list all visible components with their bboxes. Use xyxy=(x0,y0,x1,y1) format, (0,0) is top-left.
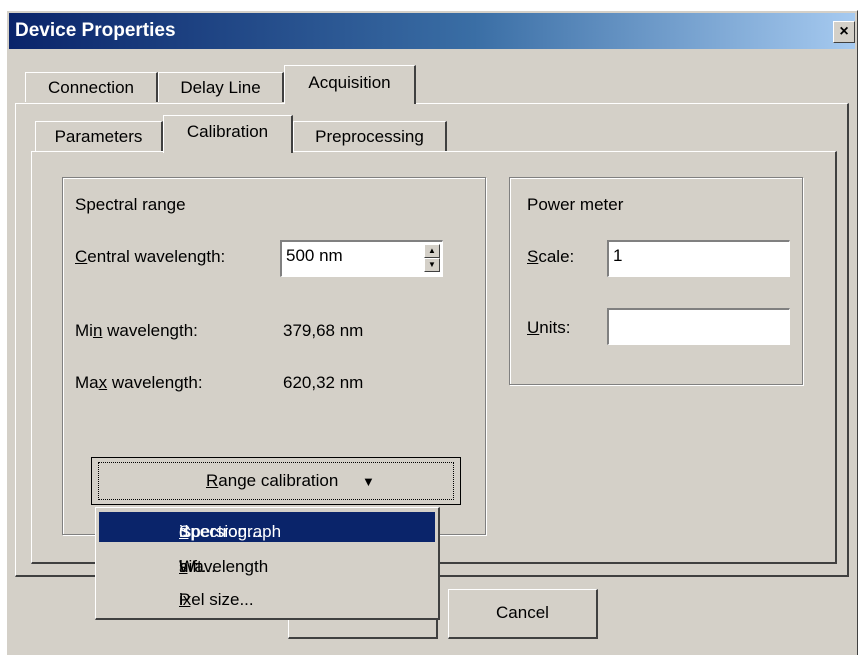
central-wavelength-value: 500 nm xyxy=(286,246,343,265)
range-label-text: ange calibration xyxy=(218,471,339,490)
central-wavelength-input[interactable]: 500 nm xyxy=(280,240,443,277)
menu2-b: ixel size... xyxy=(179,590,254,609)
menu-item-pixel-size[interactable]: Pixel size... xyxy=(99,580,435,610)
max-wavelength-label: Max wavelength: xyxy=(75,373,203,393)
menu-item-spectrograph-dispersion[interactable]: Spectrograph d ispersion... xyxy=(99,512,435,542)
scale-value: 1 xyxy=(613,246,623,265)
range-calibration-label: Range calibration xyxy=(206,471,338,491)
central-wavelength-label: Central wavelength: xyxy=(75,247,225,267)
max-label-accel: x xyxy=(98,373,108,392)
tab-calibration[interactable]: Calibration xyxy=(163,115,293,153)
units-accel: U xyxy=(527,318,540,337)
range-accel: R xyxy=(206,471,219,490)
tab-calibration-label: Calibration xyxy=(186,122,269,141)
max-wavelength-value: 620,32 nm xyxy=(283,373,364,392)
menu1-b: hift... xyxy=(179,557,216,576)
scale-input[interactable]: 1 xyxy=(607,240,790,277)
units-input[interactable] xyxy=(607,308,790,345)
central-wavelength-label-text: entral wavelength: xyxy=(87,247,226,266)
scale-accel: S xyxy=(527,247,539,266)
spin-up-icon[interactable]: ▲ xyxy=(424,244,440,258)
scale-label-text: cale: xyxy=(538,247,575,266)
range-calibration-menu: Spectrograph d ispersion... Wavelength sh… xyxy=(95,507,440,620)
min-wavelength-value: 379,68 nm xyxy=(283,321,364,340)
units-label-text: nits: xyxy=(539,318,571,337)
menu0-b: ispersion... xyxy=(179,522,262,541)
max-label-b: wavelength: xyxy=(107,373,203,392)
tab-acquisition[interactable]: Acquisition xyxy=(284,65,416,104)
device-properties-dialog: Device Properties × Connection Delay Lin… xyxy=(6,10,858,655)
menu-item-wavelength-shift[interactable]: Wavelength s hift... xyxy=(99,547,435,577)
units-label: Units: xyxy=(527,318,570,338)
chevron-down-icon: ▼ xyxy=(362,474,375,489)
tab-acquisition-label: Acquisition xyxy=(308,73,391,92)
min-wavelength-label: Min wavelength: xyxy=(75,321,198,341)
power-meter-title: Power meter xyxy=(527,195,624,214)
spectral-range-title: Spectral range xyxy=(75,195,186,214)
scale-label: Scale: xyxy=(527,247,574,267)
min-label-accel: n xyxy=(92,321,103,340)
central-wavelength-accel: C xyxy=(75,247,88,266)
spin-down-icon[interactable]: ▼ xyxy=(424,258,440,272)
min-label-a: Mi xyxy=(75,321,93,340)
min-label-b: wavelength: xyxy=(102,321,198,340)
max-label-a: Ma xyxy=(75,373,99,392)
range-calibration-button[interactable]: Range calibration ▼ xyxy=(91,457,461,505)
